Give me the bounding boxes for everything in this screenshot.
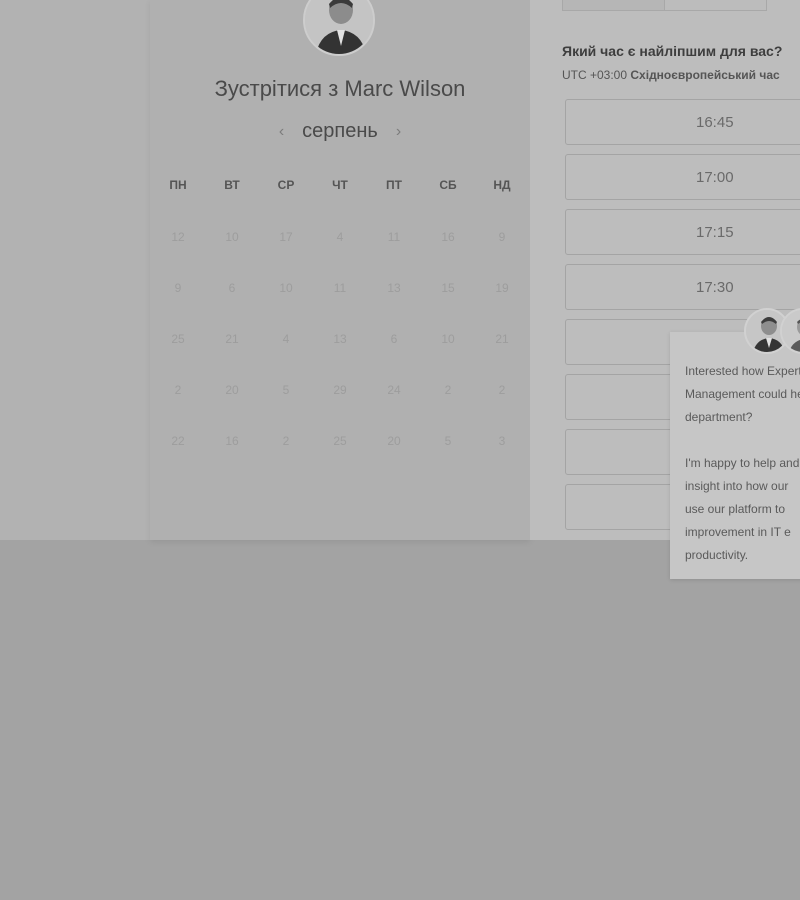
- day-cell: 25: [171, 332, 185, 346]
- day-cell: 16: [441, 230, 455, 244]
- day-cell: 21: [495, 332, 509, 346]
- time-slot-button[interactable]: 17:00: [565, 154, 800, 200]
- time-slot-button[interactable]: 17:30: [565, 264, 800, 310]
- chat-popup[interactable]: Interested how Expert Management could h…: [670, 332, 800, 579]
- day-cell: 17: [279, 230, 293, 244]
- day-cell: 5: [444, 434, 452, 448]
- day-cell: 20: [387, 434, 401, 448]
- day-cell: 11: [333, 281, 347, 295]
- chevron-left-icon[interactable]: ‹: [279, 123, 284, 141]
- timezone-label[interactable]: UTC +03:00 Східноєвропейський час: [562, 68, 780, 82]
- day-cell: 2: [444, 383, 452, 397]
- day-cell: 2: [498, 383, 506, 397]
- day-cell: 29: [333, 383, 347, 397]
- month-label: серпень: [302, 120, 378, 142]
- day-cell: 10: [225, 230, 239, 244]
- day-cell: 15: [441, 281, 455, 295]
- day-cell: 21: [225, 332, 239, 346]
- day-cell: 6: [228, 281, 236, 295]
- day-cell: 24: [387, 383, 401, 397]
- weekday-label: СБ: [439, 178, 457, 192]
- weekday-label: СР: [277, 178, 295, 192]
- day-cell: 9: [174, 281, 182, 295]
- tab-right[interactable]: [664, 0, 767, 11]
- view-tabs: [562, 0, 767, 11]
- weekday-header: ПН ВТ СР ЧТ ПТ СБ НД: [150, 178, 531, 192]
- day-cell: 16: [225, 434, 239, 448]
- chevron-right-icon[interactable]: ›: [396, 123, 401, 141]
- time-slot-button[interactable]: 17:15: [565, 209, 800, 255]
- day-cell: 12: [171, 230, 185, 244]
- chat-message: Interested how Expert Management could h…: [685, 364, 800, 562]
- weekday-label: ВТ: [224, 178, 240, 192]
- time-question-heading: Який час є найліпшим для вас?: [562, 43, 783, 59]
- day-cell: 22: [171, 434, 185, 448]
- month-navigator: ‹ серпень ›: [150, 120, 530, 143]
- day-cell: 5: [282, 383, 290, 397]
- timezone-name: Східноєвропейський час: [630, 68, 780, 82]
- day-cell: 2: [282, 434, 290, 448]
- day-cell: 9: [498, 230, 506, 244]
- host-avatar: [303, 0, 375, 56]
- day-cell: 10: [441, 332, 455, 346]
- weekday-label: ПН: [169, 178, 187, 192]
- day-cell: 13: [387, 281, 401, 295]
- weekday-label: ЧТ: [332, 178, 348, 192]
- tab-left[interactable]: [562, 0, 665, 11]
- chat-agent-avatars: [744, 308, 800, 356]
- time-slot-button[interactable]: 16:45: [565, 99, 800, 145]
- day-cell: 19: [495, 281, 509, 295]
- day-cell: 25: [333, 434, 347, 448]
- meeting-title: Зустрітися з Marc Wilson: [214, 76, 466, 101]
- calendar-card: Зустрітися з Marc Wilson ‹ серпень › ПН …: [150, 0, 530, 540]
- day-cell: 6: [390, 332, 398, 346]
- timezone-offset: UTC +03:00: [562, 68, 628, 82]
- day-cell: 4: [282, 332, 290, 346]
- day-cell: 4: [336, 230, 344, 244]
- day-cell: 10: [279, 281, 293, 295]
- day-cell: 11: [387, 230, 401, 244]
- day-cell: 2: [174, 383, 182, 397]
- day-cell: 20: [225, 383, 239, 397]
- day-cell: 3: [498, 434, 506, 448]
- weekday-label: НД: [493, 178, 511, 192]
- weekday-label: ПТ: [386, 178, 402, 192]
- day-grid: 12 10 17 4 11 16 9 9 6 10 11 13 15 19 25…: [150, 229, 531, 449]
- day-cell: 13: [333, 332, 347, 346]
